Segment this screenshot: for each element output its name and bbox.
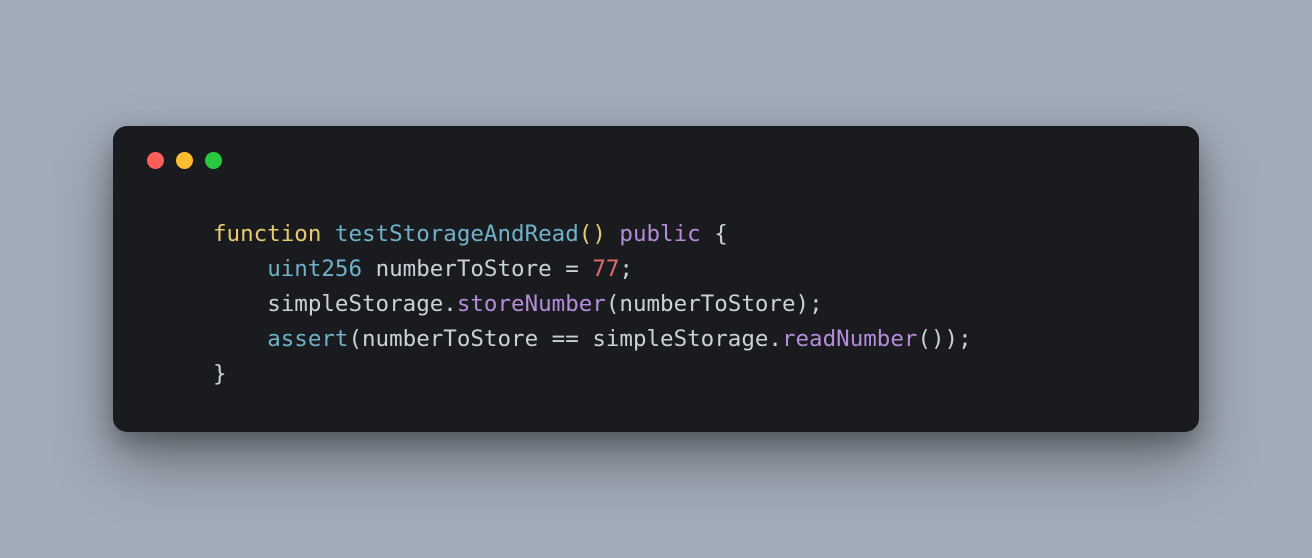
code-block: function testStorageAndRead() public { u… — [143, 217, 1169, 391]
semicolon: ; — [958, 326, 972, 352]
argument: numberToStore — [619, 291, 795, 317]
visibility-public: public — [619, 221, 700, 247]
call-assert: assert — [267, 326, 348, 352]
brace-open: { — [714, 221, 728, 247]
object-ref: simpleStorage — [592, 326, 768, 352]
paren-close: ) — [592, 221, 606, 247]
type-uint256: uint256 — [267, 256, 362, 282]
operator-assign: = — [565, 256, 579, 282]
code-line-3: simpleStorage.storeNumber(numberToStore)… — [213, 291, 823, 317]
method-readNumber: readNumber — [782, 326, 917, 352]
paren-open: ( — [917, 326, 931, 352]
traffic-lights — [147, 152, 1169, 169]
semicolon: ; — [619, 256, 633, 282]
minimize-icon[interactable] — [176, 152, 193, 169]
function-name: testStorageAndRead — [335, 221, 579, 247]
code-line-2: uint256 numberToStore = 77; — [213, 256, 633, 282]
object-ref: simpleStorage — [267, 291, 443, 317]
identifier: numberToStore — [376, 256, 552, 282]
code-window: function testStorageAndRead() public { u… — [113, 126, 1199, 431]
close-icon[interactable] — [147, 152, 164, 169]
brace-close: } — [213, 361, 227, 387]
code-line-1: function testStorageAndRead() public { — [213, 221, 728, 247]
operator-eqeq: == — [552, 326, 579, 352]
paren-close: ) — [945, 326, 959, 352]
paren-open: ( — [606, 291, 620, 317]
code-line-4: assert(numberToStore == simpleStorage.re… — [213, 326, 972, 352]
paren-close: ) — [931, 326, 945, 352]
method-storeNumber: storeNumber — [457, 291, 606, 317]
maximize-icon[interactable] — [205, 152, 222, 169]
number-literal: 77 — [592, 256, 619, 282]
dot: . — [768, 326, 782, 352]
paren-close: ) — [796, 291, 810, 317]
keyword-function: function — [213, 221, 321, 247]
semicolon: ; — [809, 291, 823, 317]
paren-open: ( — [579, 221, 593, 247]
dot: . — [443, 291, 457, 317]
lhs: numberToStore — [362, 326, 538, 352]
paren-open: ( — [348, 326, 362, 352]
code-line-5: } — [213, 361, 227, 387]
